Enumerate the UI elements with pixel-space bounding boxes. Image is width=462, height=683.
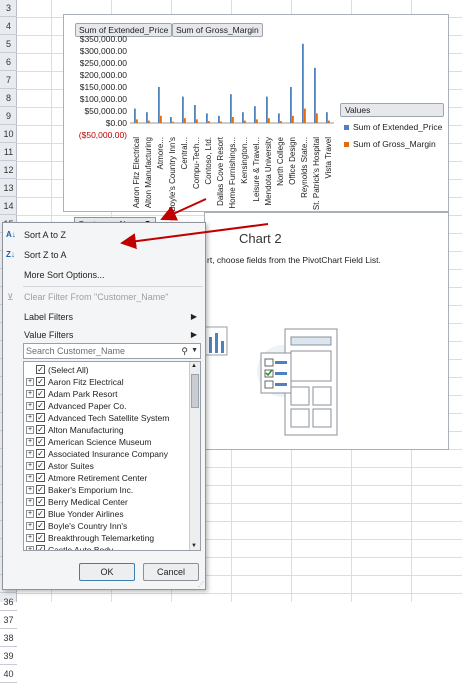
row-number[interactable]: 37	[0, 611, 17, 629]
row-number[interactable]: 38	[0, 629, 17, 647]
row-number[interactable]: 39	[0, 647, 17, 665]
row-number[interactable]: 40	[0, 665, 17, 683]
arrow-to-more-sort-options	[120, 223, 269, 250]
arrow-to-filter-button	[160, 198, 207, 221]
annotation-arrows	[120, 198, 269, 250]
